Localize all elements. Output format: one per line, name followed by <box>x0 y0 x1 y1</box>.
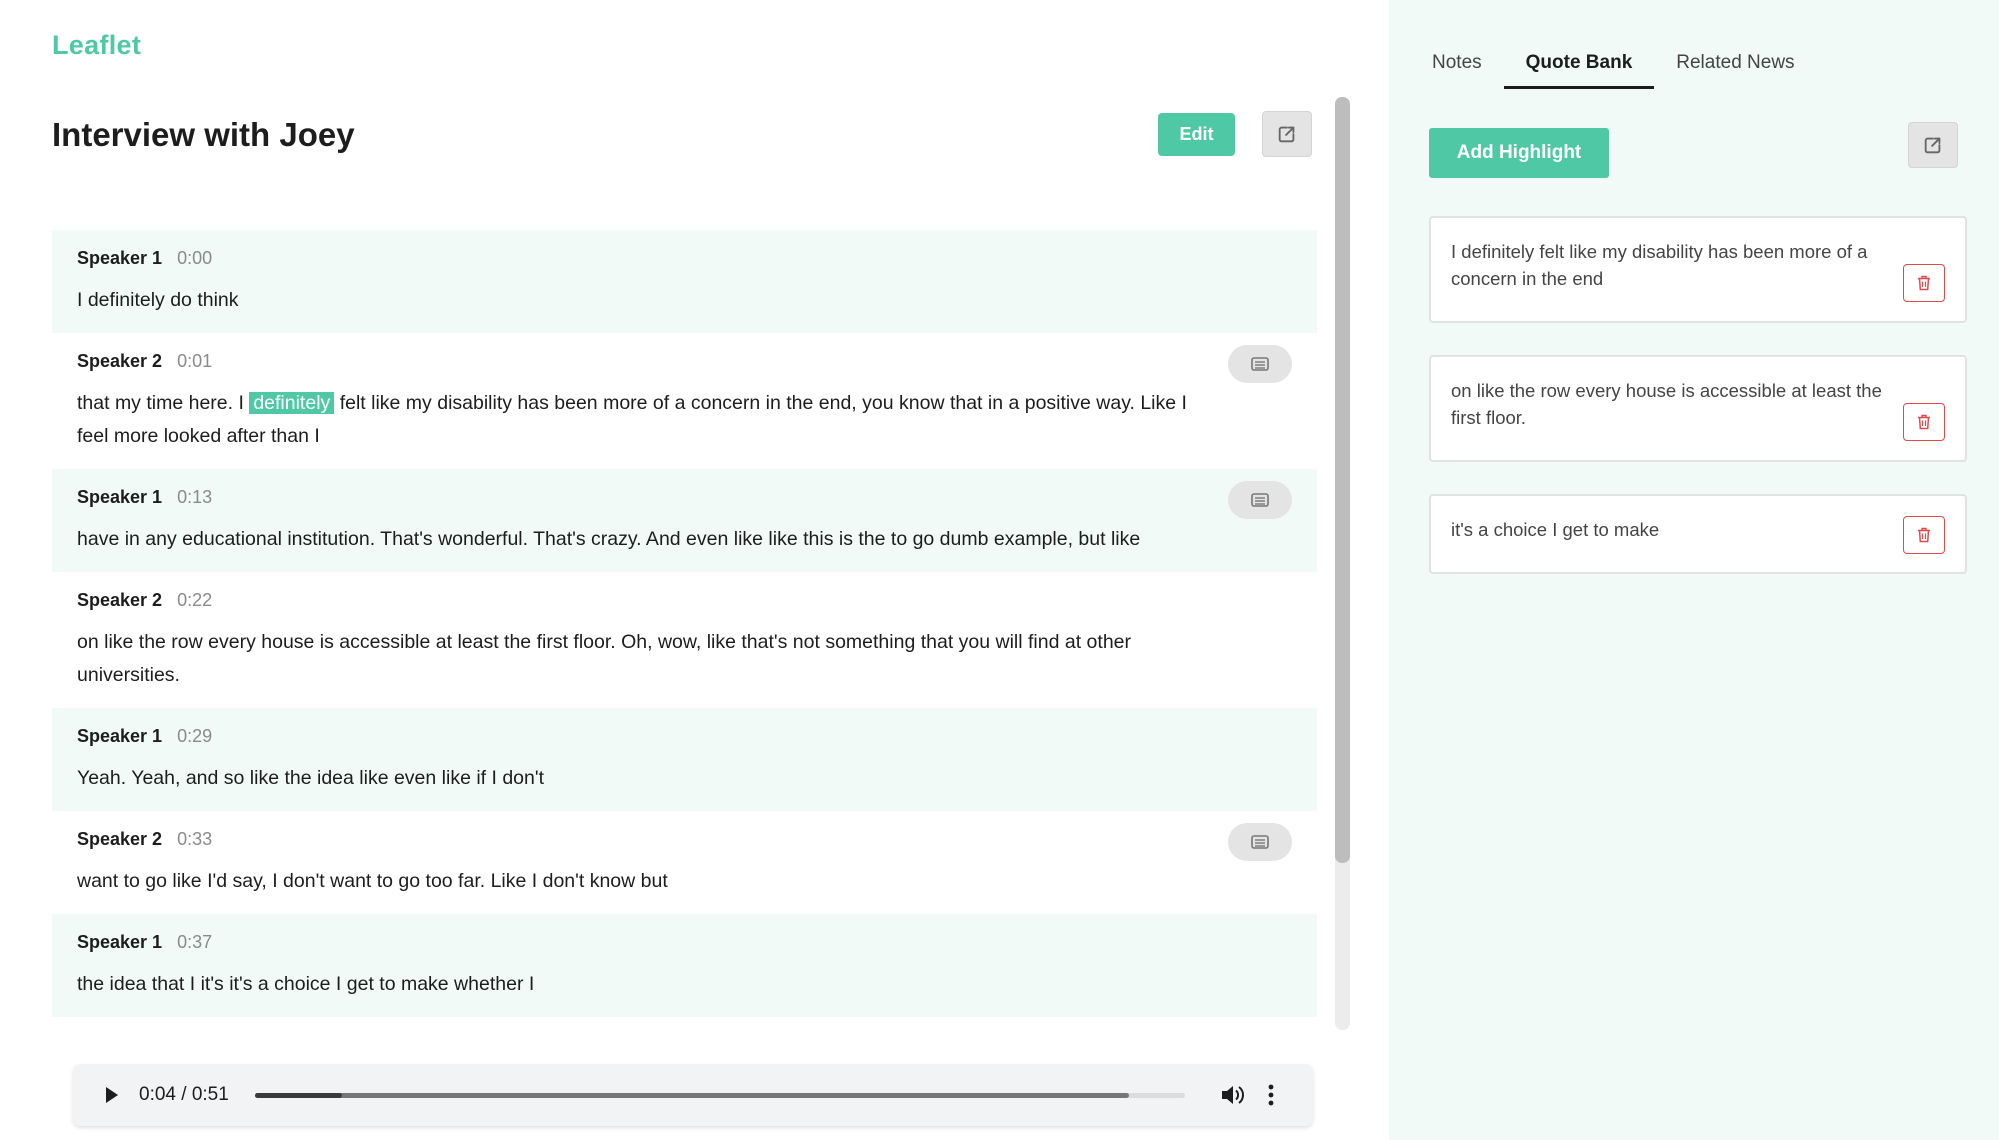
transcript-text[interactable]: that my time here. I definitely felt lik… <box>77 387 1292 453</box>
highlighted-text[interactable]: definitely <box>249 392 335 414</box>
scrollbar-thumb[interactable] <box>1335 97 1350 863</box>
text-segment: I definitely do think <box>77 289 239 311</box>
transcript-entry[interactable]: Speaker 20:40want to go or not, right? T… <box>52 1017 1317 1030</box>
share-icon <box>1278 126 1295 143</box>
transcript-entry[interactable]: Speaker 1 0:13 have in any educational ins… <box>52 469 1317 572</box>
notes-icon <box>1251 835 1269 849</box>
timestamp[interactable]: 0:33 <box>177 829 212 850</box>
transcript-entry[interactable]: Speaker 1 0:37 the idea that I it's it's a… <box>52 914 1317 1017</box>
delete-quote-button[interactable] <box>1903 264 1945 302</box>
text-segment: Yeah. Yeah, and so like the idea like ev… <box>77 767 545 789</box>
share-button[interactable] <box>1262 111 1312 157</box>
transcript-text[interactable]: the idea that I it's it's a choice I get… <box>77 968 1292 1001</box>
timestamp[interactable]: 0:29 <box>177 726 212 747</box>
timestamp[interactable]: 0:00 <box>177 248 212 269</box>
quote-card[interactable]: it's a choice I get to make <box>1429 494 1967 574</box>
entry-header: Speaker 1 0:00 <box>77 248 1292 272</box>
play-icon[interactable] <box>105 1086 119 1104</box>
share-icon <box>1924 137 1941 154</box>
timestamp[interactable]: 0:37 <box>177 932 212 953</box>
transcript-entry[interactable]: Speaker 2 0:22 on like the row every house… <box>52 572 1317 708</box>
player-time: 0:04 / 0:51 <box>139 1084 229 1105</box>
transcript-entry[interactable]: Speaker 1 0:00 I definitely do think <box>52 230 1317 333</box>
side-panel: Notes Quote Bank Related News Add Highligh… <box>1389 0 1999 1140</box>
page-title: Interview with Joey <box>52 116 355 153</box>
tab-related-news[interactable]: Related News <box>1654 48 1816 89</box>
add-note-button[interactable] <box>1228 481 1292 519</box>
transcript-text[interactable]: want to go like I'd say, I don't want to… <box>77 865 1292 898</box>
volume-icon[interactable] <box>1220 1084 1244 1106</box>
transcript-text[interactable]: I definitely do think <box>77 284 1292 317</box>
speaker-name: Speaker 1 <box>77 487 163 507</box>
entry-header: Speaker 1 0:37 <box>77 932 1292 956</box>
progress-buffered <box>255 1093 1130 1098</box>
quote-text: it's a choice I get to make <box>1451 519 1660 540</box>
quote-card[interactable]: I definitely felt like my disability has… <box>1429 216 1967 323</box>
notes-icon <box>1251 357 1269 371</box>
scrollbar[interactable] <box>1335 97 1350 1030</box>
quote-text: I definitely felt like my disability has… <box>1451 241 1868 289</box>
transcript-text[interactable]: Yeah. Yeah, and so like the idea like ev… <box>77 762 1292 795</box>
text-segment: the idea that I it's it's a choice I get… <box>77 973 535 995</box>
quote-card[interactable]: on like the row every house is accessibl… <box>1429 355 1967 462</box>
more-options-icon[interactable] <box>1268 1084 1274 1106</box>
text-segment: on like the row every house is accessibl… <box>77 631 1131 686</box>
trash-icon <box>1918 275 1930 291</box>
text-segment: have in any educational institution. Tha… <box>77 528 1141 550</box>
timestamp[interactable]: 0:13 <box>177 487 212 508</box>
text-segment: want to go like I'd say, I don't want to… <box>77 870 668 892</box>
speaker-name: Speaker 2 <box>77 829 163 849</box>
entry-header: Speaker 1 0:13 <box>77 487 1292 511</box>
trash-icon <box>1918 414 1930 430</box>
text-segment: that my time here. I <box>77 392 250 414</box>
notes-icon <box>1251 493 1269 507</box>
timestamp[interactable]: 0:22 <box>177 590 212 611</box>
entry-header: Speaker 1 0:29 <box>77 726 1292 750</box>
add-note-button[interactable] <box>1228 345 1292 383</box>
transcript-text[interactable]: on like the row every house is accessibl… <box>77 626 1292 692</box>
speaker-name: Speaker 1 <box>77 932 163 952</box>
transcript-text[interactable]: have in any educational institution. Tha… <box>77 523 1292 556</box>
timestamp[interactable]: 0:01 <box>177 351 212 372</box>
edit-button[interactable]: Edit <box>1158 113 1235 156</box>
add-note-button[interactable] <box>1228 823 1292 861</box>
progress-played <box>255 1093 343 1098</box>
tab-quote-bank[interactable]: Quote Bank <box>1503 48 1655 89</box>
speaker-name: Speaker 1 <box>77 248 163 268</box>
logo[interactable]: Leaflet <box>52 30 141 61</box>
delete-quote-button[interactable] <box>1903 403 1945 441</box>
entry-header: Speaker 2 0:33 <box>77 829 1292 853</box>
add-highlight-button[interactable]: Add Highlight <box>1429 128 1609 178</box>
transcript-entry[interactable]: Speaker 1 0:29 Yeah. Yeah, and so like the… <box>52 708 1317 811</box>
speaker-name: Speaker 2 <box>77 351 163 371</box>
speaker-name: Speaker 1 <box>77 726 163 746</box>
speaker-name: Speaker 2 <box>77 590 163 610</box>
delete-quote-button[interactable] <box>1903 516 1945 554</box>
quote-text: on like the row every house is accessibl… <box>1451 380 1882 428</box>
main-area: Leaflet Interview with Joey Edit Speaker… <box>0 0 1389 1140</box>
share-quotes-button[interactable] <box>1908 122 1958 168</box>
transcript-entry[interactable]: Speaker 2 0:01 that my time here. I defini… <box>52 333 1317 469</box>
tab-notes[interactable]: Notes <box>1432 48 1504 89</box>
transcript-entry[interactable]: Speaker 2 0:33 want to go like I'd say, I … <box>52 811 1317 914</box>
audio-player: 0:04 / 0:51 <box>73 1064 1313 1126</box>
entry-header: Speaker 2 0:01 <box>77 351 1292 375</box>
progress-bar[interactable] <box>255 1093 1185 1098</box>
trash-icon <box>1918 527 1930 543</box>
entry-header: Speaker 2 0:22 <box>77 590 1292 614</box>
transcript-list[interactable]: Speaker 1 0:00 I definitely do think Speake… <box>52 230 1317 1030</box>
side-tabs: Notes Quote Bank Related News <box>1432 48 1817 89</box>
